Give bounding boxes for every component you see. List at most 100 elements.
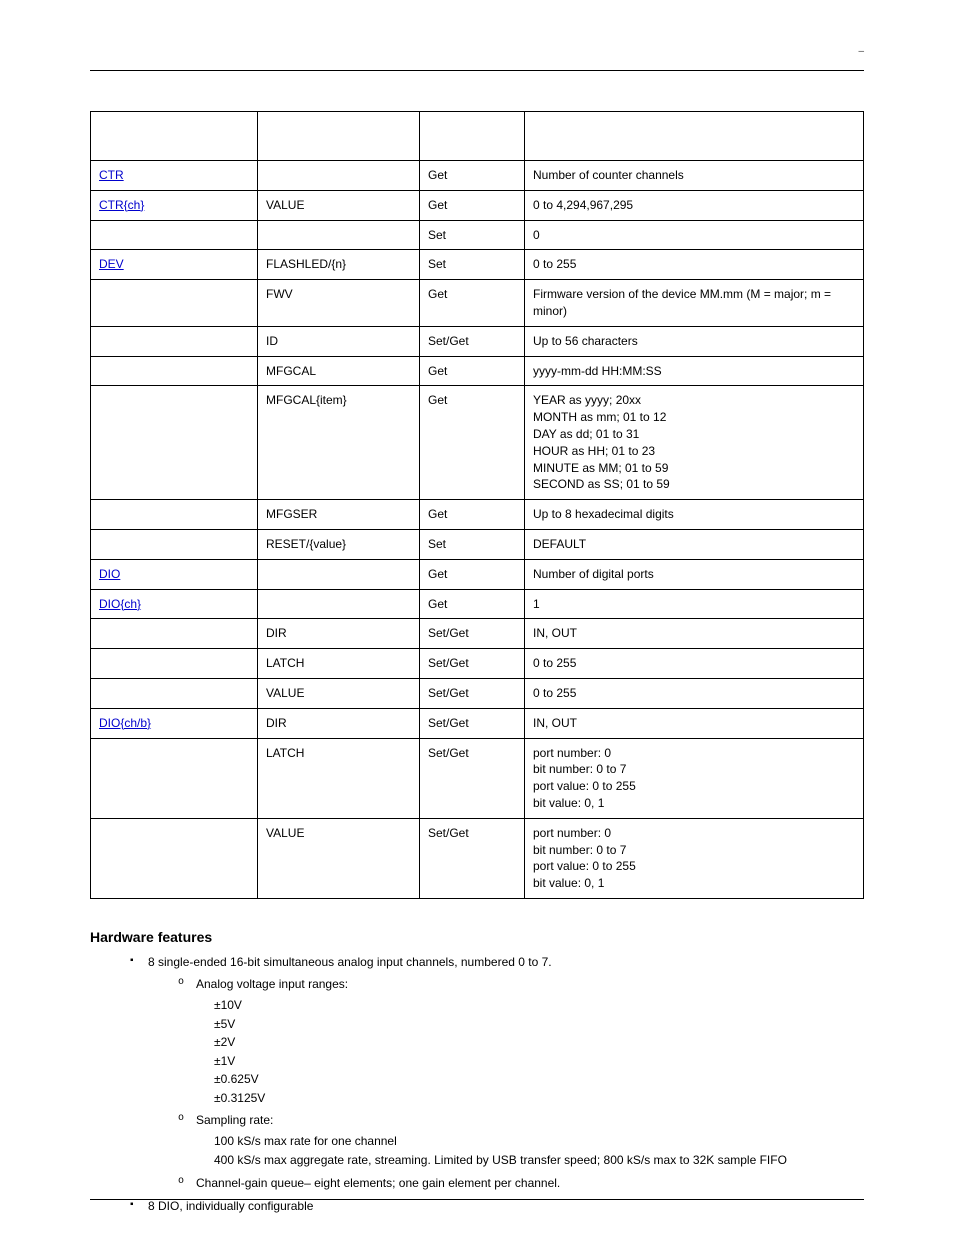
cell-property: FWV bbox=[258, 280, 420, 327]
component-link[interactable]: DIO{ch} bbox=[99, 597, 141, 611]
list-item: 8 single-ended 16-bit simultaneous analo… bbox=[130, 953, 864, 1192]
table-row: MFGCAL{item}GetYEAR as yyyy; 20xxMONTH a… bbox=[91, 386, 864, 500]
table-row: DIO{ch/b} DIRSet/GetIN, OUT bbox=[91, 708, 864, 738]
cell-value: Up to 56 characters bbox=[525, 326, 864, 356]
cell-component: DEV bbox=[91, 250, 258, 280]
cell-value: IN, OUT bbox=[525, 619, 864, 649]
cell-component bbox=[91, 619, 258, 649]
table-row: VALUESet/Get0 to 255 bbox=[91, 678, 864, 708]
page: – CTRGetNumber of counter channelsCTR{ch… bbox=[0, 0, 954, 1260]
cell-component: CTR bbox=[91, 161, 258, 191]
component-link[interactable]: CTR{ch} bbox=[99, 198, 144, 212]
cell-value: 0 to 255 bbox=[525, 649, 864, 679]
spec-table: CTRGetNumber of counter channelsCTR{ch}V… bbox=[90, 111, 864, 899]
cell-setget: Get bbox=[420, 356, 525, 386]
table-row: DIOGetNumber of digital ports bbox=[91, 559, 864, 589]
table-row: DIRSet/GetIN, OUT bbox=[91, 619, 864, 649]
cell-value: yyyy-mm-dd HH:MM:SS bbox=[525, 356, 864, 386]
cell-component: CTR{ch} bbox=[91, 190, 258, 220]
cell-component: DIO bbox=[91, 559, 258, 589]
cell-setget: Set/Get bbox=[420, 678, 525, 708]
table-row: DEVFLASHLED/{n}Set0 to 255 bbox=[91, 250, 864, 280]
cell-value: 0 bbox=[525, 220, 864, 250]
cell-setget: Set/Get bbox=[420, 326, 525, 356]
cell-value: 1 bbox=[525, 589, 864, 619]
cell-property: VALUE bbox=[258, 678, 420, 708]
cell-value: 0 to 4,294,967,295 bbox=[525, 190, 864, 220]
cell-value: 0 to 255 bbox=[525, 678, 864, 708]
cell-property: DIR bbox=[258, 619, 420, 649]
cell-component bbox=[91, 678, 258, 708]
table-row: RESET/{value}SetDEFAULT bbox=[91, 529, 864, 559]
cell-value: IN, OUT bbox=[525, 708, 864, 738]
table-row: IDSet/GetUp to 56 characters bbox=[91, 326, 864, 356]
cell-setget: Get bbox=[420, 280, 525, 327]
cell-component bbox=[91, 738, 258, 818]
cell-property: DIR bbox=[258, 708, 420, 738]
cell-property: LATCH bbox=[258, 649, 420, 679]
cell-component bbox=[91, 280, 258, 327]
table-row: Set0 bbox=[91, 220, 864, 250]
table-row: MFGCALGetyyyy-mm-dd HH:MM:SS bbox=[91, 356, 864, 386]
cell-setget: Get bbox=[420, 589, 525, 619]
table-header-row bbox=[91, 112, 864, 161]
table-row: LATCHSet/Get0 to 255 bbox=[91, 649, 864, 679]
component-link[interactable]: DEV bbox=[99, 257, 124, 271]
sub-list-item: Channel-gain queue– eight elements; one … bbox=[178, 1174, 864, 1192]
component-link[interactable]: DIO bbox=[99, 567, 120, 581]
cell-setget: Get bbox=[420, 161, 525, 191]
list-text: 8 single-ended 16-bit simultaneous analo… bbox=[148, 955, 552, 969]
cell-property: MFGCAL bbox=[258, 356, 420, 386]
col-property bbox=[258, 112, 420, 161]
value-block: ±10V±5V±2V±1V±0.625V±0.3125V bbox=[196, 996, 864, 1108]
cell-component bbox=[91, 529, 258, 559]
sub-list-text: Sampling rate: bbox=[196, 1113, 273, 1127]
cell-component: DIO{ch/b} bbox=[91, 708, 258, 738]
value-line: ±0.625V bbox=[214, 1070, 864, 1089]
component-link[interactable]: CTR bbox=[99, 168, 124, 182]
value-line: 100 kS/s max rate for one channel bbox=[214, 1132, 864, 1151]
value-line: ±1V bbox=[214, 1052, 864, 1071]
cell-property: FLASHLED/{n} bbox=[258, 250, 420, 280]
col-value bbox=[525, 112, 864, 161]
value-block: 100 kS/s max rate for one channel400 kS/… bbox=[196, 1132, 864, 1169]
cell-property: VALUE bbox=[258, 818, 420, 898]
sub-list: Analog voltage input ranges:±10V±5V±2V±1… bbox=[148, 975, 864, 1192]
cell-setget: Get bbox=[420, 386, 525, 500]
hardware-list: 8 single-ended 16-bit simultaneous analo… bbox=[90, 953, 864, 1215]
cell-property: RESET/{value} bbox=[258, 529, 420, 559]
cell-component bbox=[91, 818, 258, 898]
cell-property: ID bbox=[258, 326, 420, 356]
cell-setget: Set/Get bbox=[420, 818, 525, 898]
cell-setget: Set/Get bbox=[420, 649, 525, 679]
sub-list-item: Analog voltage input ranges:±10V±5V±2V±1… bbox=[178, 975, 864, 1108]
cell-setget: Set bbox=[420, 529, 525, 559]
page-footer bbox=[90, 1199, 864, 1220]
value-line: ±5V bbox=[214, 1015, 864, 1034]
cell-component bbox=[91, 356, 258, 386]
cell-component bbox=[91, 500, 258, 530]
cell-property: MFGSER bbox=[258, 500, 420, 530]
cell-component bbox=[91, 220, 258, 250]
table-row: CTRGetNumber of counter channels bbox=[91, 161, 864, 191]
page-header: – bbox=[90, 50, 864, 71]
cell-value: port number: 0bit number: 0 to 7port val… bbox=[525, 738, 864, 818]
cell-value: DEFAULT bbox=[525, 529, 864, 559]
cell-property bbox=[258, 161, 420, 191]
cell-property bbox=[258, 559, 420, 589]
component-link[interactable]: DIO{ch/b} bbox=[99, 716, 151, 730]
cell-value: 0 to 255 bbox=[525, 250, 864, 280]
table-row: VALUESet/Getport number: 0bit number: 0 … bbox=[91, 818, 864, 898]
cell-property: VALUE bbox=[258, 190, 420, 220]
table-row: MFGSERGetUp to 8 hexadecimal digits bbox=[91, 500, 864, 530]
value-line: 400 kS/s max aggregate rate, streaming. … bbox=[214, 1151, 864, 1170]
cell-property bbox=[258, 589, 420, 619]
cell-setget: Get bbox=[420, 500, 525, 530]
value-line: ±0.3125V bbox=[214, 1089, 864, 1108]
sub-list-text: Channel-gain queue– eight elements; one … bbox=[196, 1176, 560, 1190]
cell-setget: Set/Get bbox=[420, 708, 525, 738]
table-row: FWVGetFirmware version of the device MM.… bbox=[91, 280, 864, 327]
cell-component bbox=[91, 326, 258, 356]
cell-property: MFGCAL{item} bbox=[258, 386, 420, 500]
value-line: ±10V bbox=[214, 996, 864, 1015]
